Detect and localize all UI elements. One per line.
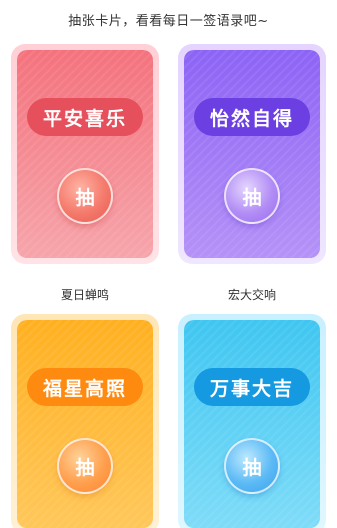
card-title: 怡然自得 xyxy=(194,98,310,136)
card-body: 福星高照 抽 xyxy=(17,320,153,528)
draw-button[interactable]: 抽 xyxy=(57,438,113,494)
fortune-card-4[interactable]: 万事大吉 抽 xyxy=(178,314,326,528)
card-pattern xyxy=(17,50,153,258)
fortune-card-2[interactable]: 怡然自得 抽 xyxy=(178,44,326,264)
card-pattern xyxy=(17,320,153,528)
card-title: 平安喜乐 xyxy=(27,98,143,136)
draw-button[interactable]: 抽 xyxy=(224,438,280,494)
card-body: 平安喜乐 抽 xyxy=(17,50,153,258)
page: 抽张卡片，看看每日一签语录吧~ 平安喜乐 抽 夏日蝉鸣 怡然自得 抽 宏大交响 … xyxy=(0,0,337,528)
card-caption: 宏大交响 xyxy=(227,288,276,302)
card-pattern xyxy=(184,50,320,258)
page-header: 抽张卡片，看看每日一签语录吧~ xyxy=(68,14,269,29)
card-title: 福星高照 xyxy=(27,368,143,406)
card-body: 万事大吉 抽 xyxy=(184,320,320,528)
card-title: 万事大吉 xyxy=(194,368,310,406)
card-caption: 夏日蝉鸣 xyxy=(60,288,109,302)
draw-button[interactable]: 抽 xyxy=(224,168,280,224)
fortune-card-3[interactable]: 福星高照 抽 xyxy=(11,314,159,528)
draw-button[interactable]: 抽 xyxy=(57,168,113,224)
card-body: 怡然自得 抽 xyxy=(184,50,320,258)
card-pattern xyxy=(184,320,320,528)
fortune-card-1[interactable]: 平安喜乐 抽 xyxy=(11,44,159,264)
